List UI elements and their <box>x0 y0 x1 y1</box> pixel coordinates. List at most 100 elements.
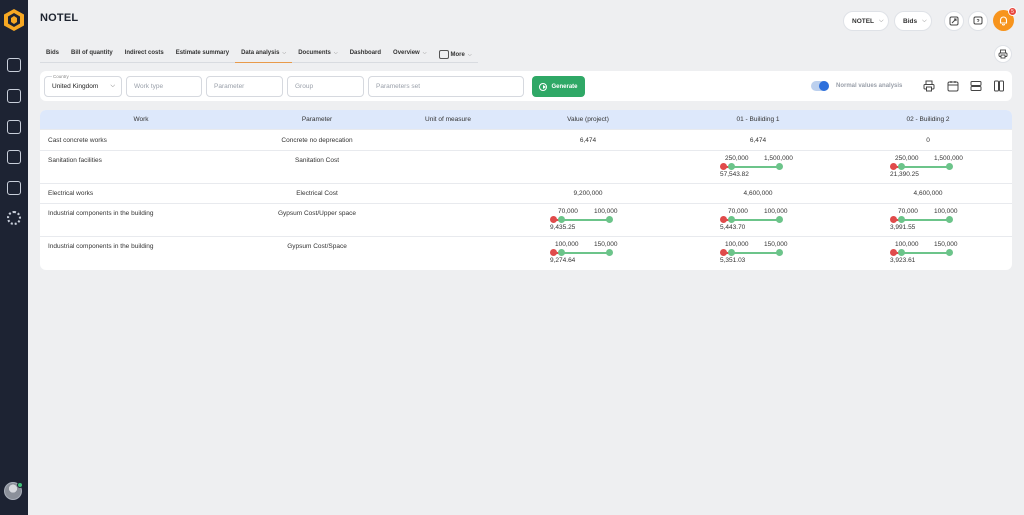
current-value-marker <box>890 163 897 170</box>
column-header-value[interactable]: Value (project) <box>567 116 609 123</box>
range-min: 100,000 <box>555 241 579 248</box>
range-max: 1,500,000 <box>934 155 963 162</box>
column-header-building-1[interactable]: 01 - Builiding 1 <box>737 116 780 123</box>
work-cell: Industrial components in the building <box>48 243 154 250</box>
value-range-indicator: 100,000 150,000 9,274.64 <box>550 241 618 265</box>
rows-layout-icon[interactable] <box>970 80 982 92</box>
generate-button[interactable]: Generate <box>532 76 585 97</box>
normal-range-bar <box>901 165 950 168</box>
range-max-marker <box>606 216 613 223</box>
table-row[interactable]: Industrial components in the building Gy… <box>40 203 1012 236</box>
current-value: 5,351.03 <box>720 257 746 264</box>
normal-range-bar <box>561 218 610 221</box>
current-value: 9,274.64 <box>550 257 576 264</box>
help-button[interactable] <box>968 11 988 31</box>
table-row[interactable]: Sanitation facilities Sanitation Cost 25… <box>40 150 1012 183</box>
table-row[interactable]: Cast concrete works Concrete no deprecat… <box>40 129 1012 150</box>
tab-bill-of-quantity[interactable]: Bill of quantity <box>65 47 119 62</box>
building-1-range-indicator: 250,000 1,500,000 57,543.82 <box>720 155 793 179</box>
range-max: 150,000 <box>764 241 788 248</box>
current-value-marker <box>720 216 727 223</box>
column-header-unit[interactable]: Unit of measure <box>425 116 471 123</box>
notification-count-badge: 5 <box>1008 7 1017 16</box>
parameters-set-field[interactable]: Parameters set <box>368 76 524 97</box>
group-field[interactable]: Group <box>287 76 364 97</box>
clipboard-icon[interactable] <box>7 150 21 164</box>
range-max: 100,000 <box>594 208 618 215</box>
print-icon[interactable] <box>923 80 935 92</box>
range-min: 70,000 <box>558 208 578 215</box>
range-max-marker <box>946 216 953 223</box>
chevron-down-icon: ⌵ <box>422 50 427 56</box>
building-2-range-indicator: 100,000 150,000 3,923.61 <box>890 241 958 265</box>
tab-estimate-summary[interactable]: Estimate summary <box>170 47 235 62</box>
parameter-placeholder: Parameter <box>214 83 245 90</box>
file-chart-icon[interactable] <box>7 181 21 195</box>
page-title: NOTEL <box>40 12 79 24</box>
table-row[interactable]: Industrial components in the building Gy… <box>40 236 1012 270</box>
parameter-cell: Sanitation Cost <box>294 157 340 164</box>
columns-layout-icon[interactable] <box>993 80 1005 92</box>
range-max-marker <box>946 163 953 170</box>
app-logo-icon[interactable] <box>3 8 25 32</box>
document-icon[interactable] <box>7 89 21 103</box>
settings-gear-icon[interactable] <box>7 211 21 225</box>
project-selector-label: NOTEL <box>852 17 875 25</box>
tab-label: Data analysis <box>241 50 280 56</box>
tab-bids[interactable]: Bids <box>40 47 65 62</box>
range-max-marker <box>946 249 953 256</box>
mail-icon[interactable] <box>7 58 21 72</box>
calendar-icon[interactable] <box>947 80 959 92</box>
range-min-marker <box>728 163 735 170</box>
normal-range-bar <box>731 251 780 254</box>
main-tabs: Bids Bill of quantity Indirect costs Est… <box>40 47 478 63</box>
value-cell: 9,200,000 <box>573 190 603 197</box>
building-1-cell: 6,474 <box>749 137 767 144</box>
expand-button[interactable] <box>944 11 964 31</box>
building-1-range-indicator: 100,000 150,000 5,351.03 <box>720 241 788 265</box>
work-cell: Electrical works <box>48 190 94 197</box>
print-page-button[interactable] <box>994 45 1012 63</box>
current-value-marker <box>720 163 727 170</box>
parameter-cell: Concrete no deprecation <box>281 137 353 144</box>
column-header-building-2[interactable]: 02 - Builiding 2 <box>907 116 950 123</box>
tab-indirect-costs[interactable]: Indirect costs <box>119 47 170 62</box>
column-header-parameter[interactable]: Parameter <box>302 116 332 123</box>
tab-more[interactable]: More ⌵ <box>433 47 478 62</box>
work-cell: Sanitation facilities <box>48 157 102 164</box>
section-selector[interactable]: Bids ⌵ <box>894 11 932 31</box>
range-min: 70,000 <box>728 208 748 215</box>
data-analysis-table: Work Parameter Unit of measure Value (pr… <box>40 110 1012 270</box>
country-select[interactable]: Country United Kingdom ⌵ <box>44 74 122 97</box>
range-max: 150,000 <box>594 241 618 248</box>
range-min-marker <box>728 249 735 256</box>
chevron-down-icon: ⌵ <box>922 17 927 24</box>
range-max: 100,000 <box>934 208 958 215</box>
range-min: 250,000 <box>895 155 919 162</box>
parameter-cell: Electrical Cost <box>296 190 338 197</box>
range-max: 150,000 <box>934 241 958 248</box>
tab-label: Bids <box>46 50 60 56</box>
work-type-field[interactable]: Work type <box>126 76 202 97</box>
tab-label: Documents <box>298 50 331 56</box>
range-max: 1,500,000 <box>764 155 793 162</box>
normal-values-toggle[interactable] <box>811 81 829 91</box>
parameter-field[interactable]: Parameter <box>206 76 283 97</box>
current-value-marker <box>720 249 727 256</box>
normal-range-bar <box>561 251 610 254</box>
sidebar <box>0 0 28 515</box>
tab-dashboard[interactable]: Dashboard <box>344 47 387 62</box>
column-header-work[interactable]: Work <box>133 116 148 123</box>
work-cell: Cast concrete works <box>48 137 107 144</box>
value-cell: 6,474 <box>579 137 597 144</box>
contacts-icon[interactable] <box>7 120 21 134</box>
range-min-marker <box>898 249 905 256</box>
tab-documents[interactable]: Documents ⌵ <box>292 47 343 62</box>
work-cell: Industrial components in the building <box>48 210 154 217</box>
tab-overview[interactable]: Overview ⌵ <box>387 47 432 62</box>
bell-icon <box>999 16 1008 26</box>
table-row[interactable]: Electrical works Electrical Cost 9,200,0… <box>40 183 1012 203</box>
project-selector[interactable]: NOTEL ⌵ <box>843 11 889 31</box>
tab-data-analysis[interactable]: Data analysis ⌵ <box>235 47 293 63</box>
filter-panel: Country United Kingdom ⌵ Work type Param… <box>40 71 1012 101</box>
